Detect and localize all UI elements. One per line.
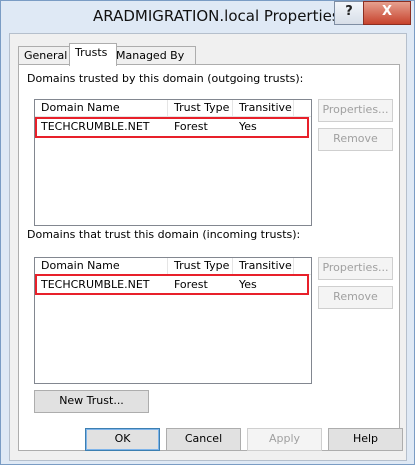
domain-name-cell: TECHCRUMBLE.NET	[41, 278, 150, 291]
help-button[interactable]: Help	[328, 428, 403, 451]
tab-general[interactable]: General	[18, 46, 76, 65]
outgoing-trusts-list[interactable]: Domain Name Trust Type Transitive TECHCR…	[34, 99, 312, 226]
list-item[interactable]: TECHCRUMBLE.NET Forest Yes	[35, 277, 311, 293]
tab-managed-by[interactable]: Managed By	[110, 46, 196, 65]
properties-dialog: ARADMIGRATION.local Properties ? X Gener…	[0, 0, 415, 465]
close-icon[interactable]: X	[363, 1, 411, 25]
outgoing-trusts-label: Domains trusted by this domain (outgoing…	[27, 72, 304, 85]
outgoing-remove-button[interactable]: Remove	[318, 128, 393, 151]
help-icon[interactable]: ?	[334, 1, 364, 25]
trust-type-cell: Forest	[174, 278, 208, 291]
list-item[interactable]: TECHCRUMBLE.NET Forest Yes	[35, 119, 311, 135]
dialog-body: General Trusts Managed By Domains truste…	[9, 33, 407, 461]
window-title: ARADMIGRATION.local Properties	[93, 7, 340, 25]
trusts-panel: Domains trusted by this domain (outgoing…	[18, 64, 400, 451]
new-trust-button[interactable]: New Trust...	[34, 390, 149, 413]
cancel-button[interactable]: Cancel	[166, 428, 241, 451]
title-bar[interactable]: ARADMIGRATION.local Properties ? X	[1, 1, 414, 33]
column-transitive[interactable]: Transitive	[233, 100, 294, 116]
transitive-cell: Yes	[239, 120, 257, 133]
tab-trusts[interactable]: Trusts	[69, 43, 117, 66]
apply-button[interactable]: Apply	[247, 428, 322, 451]
ok-button[interactable]: OK	[85, 428, 160, 451]
column-trust-type[interactable]: Trust Type	[168, 258, 233, 274]
column-trust-type[interactable]: Trust Type	[168, 100, 233, 116]
trust-type-cell: Forest	[174, 120, 208, 133]
outgoing-properties-button[interactable]: Properties...	[318, 99, 393, 122]
incoming-properties-button[interactable]: Properties...	[318, 257, 393, 280]
incoming-trusts-list[interactable]: Domain Name Trust Type Transitive TECHCR…	[34, 257, 312, 384]
transitive-cell: Yes	[239, 278, 257, 291]
incoming-trusts-label: Domains that trust this domain (incoming…	[27, 228, 301, 241]
column-domain-name[interactable]: Domain Name	[35, 258, 168, 274]
column-domain-name[interactable]: Domain Name	[35, 100, 168, 116]
column-transitive[interactable]: Transitive	[233, 258, 294, 274]
outgoing-list-header: Domain Name Trust Type Transitive	[35, 100, 311, 117]
incoming-list-header: Domain Name Trust Type Transitive	[35, 258, 311, 275]
domain-name-cell: TECHCRUMBLE.NET	[41, 120, 150, 133]
incoming-remove-button[interactable]: Remove	[318, 286, 393, 309]
